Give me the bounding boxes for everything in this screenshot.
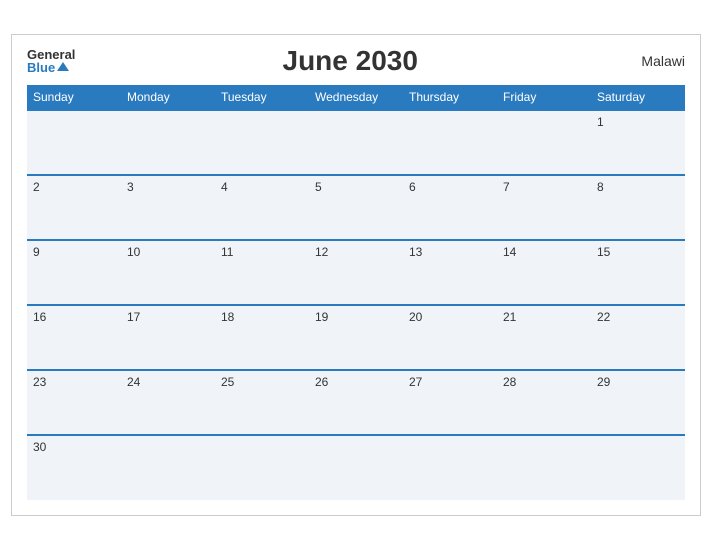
day-number: 28 [503,375,516,389]
calendar-cell [497,110,591,175]
calendar-cell [215,110,309,175]
calendar-cell [403,435,497,500]
calendar-cell: 12 [309,240,403,305]
day-number: 21 [503,310,516,324]
calendar-cell [27,110,121,175]
calendar-cell: 2 [27,175,121,240]
calendar-cell: 7 [497,175,591,240]
day-number: 3 [127,180,134,194]
day-number: 17 [127,310,140,324]
calendar-container: General Blue June 2030 Malawi SundayMond… [11,34,701,516]
calendar-cell: 9 [27,240,121,305]
days-header-row: SundayMondayTuesdayWednesdayThursdayFrid… [27,85,685,110]
calendar-cell: 24 [121,370,215,435]
day-header-wednesday: Wednesday [309,85,403,110]
calendar-cell: 4 [215,175,309,240]
calendar-title: June 2030 [75,45,625,77]
calendar-cell: 27 [403,370,497,435]
calendar-cell [309,435,403,500]
day-header-saturday: Saturday [591,85,685,110]
day-number: 23 [33,375,46,389]
calendar-cell: 30 [27,435,121,500]
day-number: 8 [597,180,604,194]
day-number: 9 [33,245,40,259]
day-header-sunday: Sunday [27,85,121,110]
calendar-cell: 17 [121,305,215,370]
day-number: 4 [221,180,228,194]
calendar-cell: 18 [215,305,309,370]
day-number: 14 [503,245,516,259]
calendar-cell: 15 [591,240,685,305]
week-row-1: 2 3 4 5 6 7 8 [27,175,685,240]
calendar-cell: 8 [591,175,685,240]
day-number: 13 [409,245,422,259]
calendar-cell: 13 [403,240,497,305]
week-row-2: 9 10 11 12 13 14 15 [27,240,685,305]
day-number: 11 [221,245,233,259]
day-number: 7 [503,180,510,194]
week-row-0: 1 [27,110,685,175]
calendar-cell: 16 [27,305,121,370]
day-number: 6 [409,180,416,194]
calendar-cell: 29 [591,370,685,435]
day-number: 5 [315,180,322,194]
calendar-cell: 10 [121,240,215,305]
calendar-cell: 1 [591,110,685,175]
calendar-cell: 28 [497,370,591,435]
day-header-thursday: Thursday [403,85,497,110]
calendar-cell: 14 [497,240,591,305]
calendar-cell: 22 [591,305,685,370]
calendar-cell [121,110,215,175]
day-header-tuesday: Tuesday [215,85,309,110]
week-row-3: 16 17 18 19 20 21 22 [27,305,685,370]
calendar-cell: 3 [121,175,215,240]
country-name: Malawi [625,53,685,69]
calendar-cell [497,435,591,500]
day-header-monday: Monday [121,85,215,110]
day-number: 29 [597,375,610,389]
day-number: 24 [127,375,140,389]
week-row-4: 23 24 25 26 27 28 29 [27,370,685,435]
logo-triangle-icon [57,62,69,71]
week-row-5: 30 [27,435,685,500]
day-number: 27 [409,375,422,389]
calendar-cell: 26 [309,370,403,435]
day-header-friday: Friday [497,85,591,110]
day-number: 22 [597,310,610,324]
calendar-grid: SundayMondayTuesdayWednesdayThursdayFrid… [27,85,685,500]
logo-blue-text: Blue [27,61,55,74]
calendar-cell: 20 [403,305,497,370]
day-number: 19 [315,310,328,324]
calendar-cell [309,110,403,175]
day-number: 20 [409,310,422,324]
calendar-cell: 6 [403,175,497,240]
day-number: 2 [33,180,40,194]
day-number: 26 [315,375,328,389]
calendar-cell: 23 [27,370,121,435]
day-number: 16 [33,310,46,324]
day-number: 10 [127,245,140,259]
calendar-cell: 19 [309,305,403,370]
day-number: 1 [597,115,604,129]
calendar-cell: 5 [309,175,403,240]
day-number: 15 [597,245,610,259]
calendar-cell: 21 [497,305,591,370]
calendar-cell: 25 [215,370,309,435]
calendar-cell [591,435,685,500]
logo: General Blue [27,48,75,74]
day-number: 25 [221,375,234,389]
calendar-cell [215,435,309,500]
day-number: 12 [315,245,328,259]
calendar-cell [121,435,215,500]
day-number: 30 [33,440,46,454]
calendar-header: General Blue June 2030 Malawi [27,45,685,77]
day-number: 18 [221,310,234,324]
calendar-cell: 11 [215,240,309,305]
calendar-cell [403,110,497,175]
